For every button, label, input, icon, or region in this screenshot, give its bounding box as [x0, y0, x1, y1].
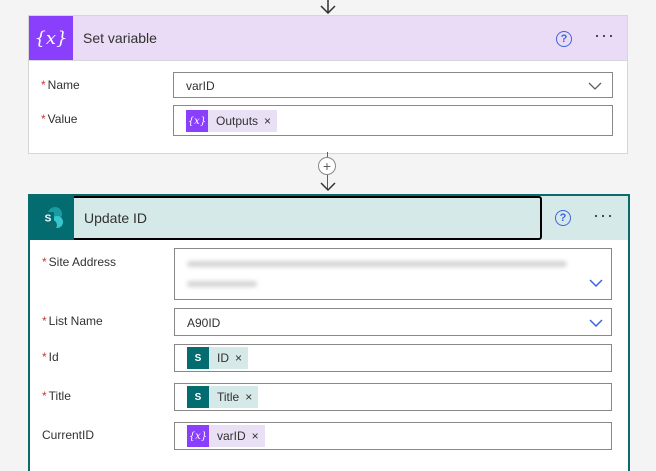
redacted-text [187, 281, 257, 287]
currentid-input[interactable]: {x} varID × [174, 422, 612, 450]
chevron-down-icon [588, 82, 602, 90]
id-label: * Id [42, 350, 59, 364]
value-input[interactable]: {x} Outputs × [173, 105, 613, 136]
flow-arrow-icon [320, 0, 336, 14]
site-address-label: * Site Address [42, 255, 117, 269]
help-icon[interactable]: ? [555, 210, 571, 226]
redacted-text [187, 261, 567, 267]
update-id-header[interactable]: S Update ID ? ··· [30, 196, 628, 240]
add-step-icon[interactable]: + [318, 157, 336, 175]
site-address-dropdown[interactable] [174, 248, 612, 300]
flow-arrow-icon [320, 182, 336, 192]
update-id-title: Update ID [84, 210, 148, 226]
variable-icon: {x} [29, 16, 73, 60]
remove-token-icon[interactable]: × [264, 114, 271, 128]
list-name-dropdown[interactable]: A90ID [174, 308, 612, 336]
variable-icon: {x} [187, 425, 209, 447]
value-label: * Value [41, 112, 78, 126]
title-label: * Title [42, 389, 71, 403]
remove-token-icon[interactable]: × [252, 429, 259, 443]
sharepoint-icon: S [187, 347, 209, 369]
list-name-label: * List Name [42, 314, 103, 328]
update-id-card[interactable]: S Update ID ? ··· * Site Address * List Na… [28, 194, 630, 471]
set-variable-header[interactable]: {x} Set variable ? ··· [29, 16, 627, 61]
name-label: * Name [41, 78, 80, 92]
sharepoint-icon: S [30, 196, 74, 240]
outputs-token[interactable]: {x} Outputs × [186, 110, 278, 132]
set-variable-title: Set variable [83, 30, 157, 46]
name-dropdown[interactable]: varID [173, 72, 613, 98]
set-variable-card[interactable]: {x} Set variable ? ··· * Name varID * Valu… [28, 15, 628, 154]
remove-token-icon[interactable]: × [235, 351, 242, 365]
sharepoint-icon: S [187, 386, 209, 408]
id-token[interactable]: S ID × [187, 347, 249, 369]
varid-token[interactable]: {x} varID × [187, 425, 265, 447]
chevron-down-icon [589, 319, 603, 327]
chevron-down-icon [589, 279, 603, 287]
currentid-label: CurrentID [42, 428, 95, 442]
remove-token-icon[interactable]: × [245, 390, 252, 404]
help-icon[interactable]: ? [556, 31, 572, 47]
more-options-icon[interactable]: ··· [594, 26, 615, 44]
title-token[interactable]: S Title × [187, 386, 259, 408]
more-options-icon[interactable]: ··· [593, 206, 614, 224]
variable-icon: {x} [186, 110, 208, 132]
id-input[interactable]: S ID × [174, 344, 612, 372]
svg-text:S: S [45, 214, 52, 225]
title-input[interactable]: S Title × [174, 383, 612, 411]
